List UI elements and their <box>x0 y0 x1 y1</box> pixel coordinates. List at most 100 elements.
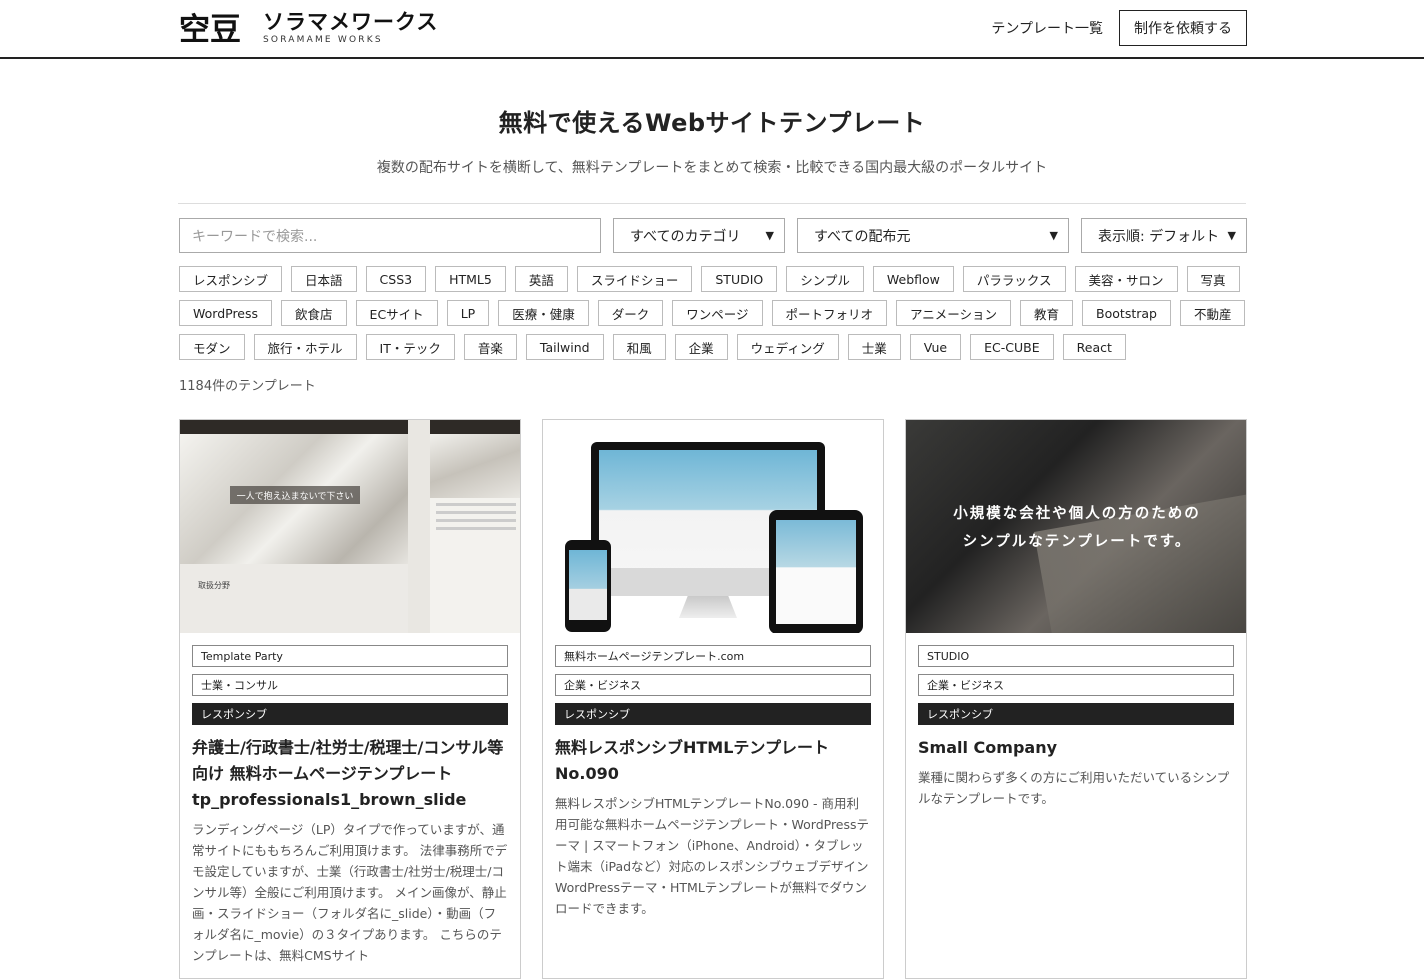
template-thumbnail[interactable]: 一人で抱え込まないで下さい 取扱分野 <box>180 420 520 633</box>
card-description: 無料レスポンシブHTMLテンプレートNo.090 - 商用利用可能な無料ホームペ… <box>555 796 870 916</box>
tag-chip[interactable]: 企業 <box>674 334 728 360</box>
tag-chip[interactable]: CSS3 <box>365 266 427 292</box>
source-select-value: すべての配布元 <box>814 228 911 245</box>
tag-chip[interactable]: ウェディング <box>736 334 839 360</box>
category-badge[interactable]: 企業・ビジネス <box>555 674 871 696</box>
category-badge[interactable]: 士業・コンサル <box>192 674 508 696</box>
tag-chip[interactable]: Vue <box>909 334 962 360</box>
template-thumbnail[interactable]: 小規模な会社や個人の方のための シンプルなテンプレートです。 <box>906 420 1246 633</box>
thumbnail-caption: 一人で抱え込まないで下さい <box>230 486 360 504</box>
tag-list: レスポンシブ 日本語 CSS3 HTML5 英語 スライドショー STUDIO シンプル Web… <box>179 266 1249 360</box>
card-description: ランディングページ（LP）タイプで作っていますが、通常サイトにももちろんご利用頂… <box>192 822 508 963</box>
template-list-link[interactable]: テンプレート一覧 <box>991 18 1103 38</box>
tag-chip[interactable]: WordPress <box>179 300 273 326</box>
tag-chip[interactable]: ECサイト <box>355 300 438 326</box>
thumbnail-text-line <box>436 503 516 506</box>
monitor-stand <box>679 596 737 618</box>
tag-chip[interactable]: 日本語 <box>291 266 357 292</box>
template-card[interactable]: 一人で抱え込まないで下さい 取扱分野 Template Party 士業・コンサ… <box>179 419 521 979</box>
card-title[interactable]: Small Company <box>918 735 1234 761</box>
logo-mark-text: 空豆 <box>179 12 241 46</box>
phone-screen <box>569 550 607 620</box>
search-input[interactable]: キーワードで検索... <box>179 218 601 253</box>
card-description: 業種に関わらず多くの方にご利用いただいているシンプルなテンプレートです。 <box>918 770 1230 806</box>
tag-chip[interactable]: 不動産 <box>1179 300 1246 326</box>
tag-chip[interactable]: ポートフォリオ <box>771 300 888 326</box>
request-production-button[interactable]: 制作を依頼する <box>1119 10 1247 46</box>
card-title[interactable]: 弁護士/行政書士/社労士/税理士/コンサル等向け 無料ホームページテンプレート … <box>192 735 508 813</box>
tag-chip[interactable]: EC-CUBE <box>970 334 1054 360</box>
tag-chip[interactable]: HTML5 <box>435 266 506 292</box>
tag-chip[interactable]: 教育 <box>1020 300 1074 326</box>
thumbnail-headline: 小規模な会社や個人の方のための シンプルなテンプレートです。 <box>906 500 1246 556</box>
tag-chip[interactable]: 美容・サロン <box>1074 266 1178 292</box>
tag-chip[interactable]: モダン <box>179 334 245 360</box>
template-card[interactable]: 小規模な会社や個人の方のための シンプルなテンプレートです。 STUDIO 企業… <box>905 419 1247 979</box>
tag-chip[interactable]: Bootstrap <box>1082 300 1171 326</box>
thumbnail-mobile-view <box>430 420 520 633</box>
thumbnail-headline-line: シンプルなテンプレートです。 <box>962 534 1192 550</box>
tag-chip[interactable]: LP <box>446 300 490 326</box>
tag-chip[interactable]: レスポンシブ <box>179 266 283 292</box>
filter-bar: キーワードで検索... すべてのカテゴリ ▼ すべての配布元 ▼ 表示順: デフ… <box>179 218 1247 253</box>
source-badge[interactable]: Template Party <box>192 645 508 667</box>
logo-mark: 空豆 <box>179 10 249 46</box>
divider <box>178 203 1246 204</box>
template-grid: 一人で抱え込まないで下さい 取扱分野 Template Party 士業・コンサ… <box>179 419 1247 979</box>
source-select[interactable]: すべての配布元 ▼ <box>797 218 1069 253</box>
tag-chip[interactable]: 音楽 <box>463 334 517 360</box>
thumbnail-desktop-view: 一人で抱え込まないで下さい 取扱分野 <box>180 420 408 633</box>
tag-chip[interactable]: STUDIO <box>701 266 778 292</box>
tag-chip[interactable]: 士業 <box>847 334 901 360</box>
phone-mockup <box>565 540 611 632</box>
tag-chip[interactable]: 医療・健康 <box>498 300 589 326</box>
sort-select[interactable]: 表示順: デフォルト ▼ <box>1081 218 1247 253</box>
tag-chip[interactable]: 和風 <box>612 334 666 360</box>
chevron-down-icon: ▼ <box>1227 229 1236 242</box>
sort-select-value: 表示順: デフォルト <box>1098 228 1220 245</box>
tag-chip[interactable]: パララックス <box>962 266 1066 292</box>
feature-badge[interactable]: レスポンシブ <box>555 703 871 725</box>
chevron-down-icon: ▼ <box>765 229 774 242</box>
site-logo[interactable]: 空豆 ソラマメワークス SORAMAME WORKS <box>179 10 438 46</box>
template-card[interactable]: 無料ホームページテンプレート.com 企業・ビジネス レスポンシブ 無料レスポン… <box>542 419 884 979</box>
tag-chip[interactable]: IT・テック <box>365 334 455 360</box>
logo-name-jp: ソラマメワークス <box>263 10 439 34</box>
thumbnail-text-line <box>436 519 516 522</box>
tag-chip[interactable]: 英語 <box>514 266 568 292</box>
tag-chip[interactable]: Tailwind <box>525 334 604 360</box>
tag-chip[interactable]: シンプル <box>786 266 864 292</box>
category-select-value: すべてのカテゴリ <box>630 228 741 245</box>
tag-chip[interactable]: アニメーション <box>896 300 1012 326</box>
tag-chip[interactable]: スライドショー <box>576 266 693 292</box>
thumbnail-navbar <box>180 420 408 434</box>
tag-chip[interactable]: React <box>1062 334 1126 360</box>
tablet-screen <box>776 520 856 624</box>
tag-chip[interactable]: 写真 <box>1186 266 1240 292</box>
tag-chip[interactable]: ダーク <box>597 300 664 326</box>
feature-badge[interactable]: レスポンシブ <box>192 703 508 725</box>
site-header: 空豆 ソラマメワークス SORAMAME WORKS テンプレート一覧 制作を依… <box>0 0 1424 59</box>
card-title[interactable]: 無料レスポンシブHTMLテンプレート No.090 <box>555 735 871 787</box>
logo-name-en: SORAMAME WORKS <box>263 35 383 45</box>
category-badge[interactable]: 企業・ビジネス <box>918 674 1234 696</box>
thumbnail-mobile-navbar <box>430 420 520 434</box>
thumbnail-headline-line: 小規模な会社や個人の方のための <box>953 506 1201 522</box>
feature-badge[interactable]: レスポンシブ <box>918 703 1234 725</box>
page-subtitle: 複数の配布サイトを横断して、無料テンプレートをまとめて検索・比較できる国内最大級… <box>376 160 1048 176</box>
hero-section: 無料で使えるWebサイトテンプレート 複数の配布サイトを横断して、無料テンプレー… <box>0 59 1424 204</box>
thumbnail-text-line <box>436 527 516 530</box>
tag-chip[interactable]: 旅行・ホテル <box>253 334 357 360</box>
tag-chip[interactable]: Webflow <box>872 266 954 292</box>
tag-chip[interactable]: 飲食店 <box>281 300 347 326</box>
page-title: 無料で使えるWebサイトテンプレート <box>498 109 926 137</box>
chevron-down-icon: ▼ <box>1049 229 1058 242</box>
category-select[interactable]: すべてのカテゴリ ▼ <box>613 218 785 253</box>
template-thumbnail[interactable] <box>543 420 883 633</box>
source-badge[interactable]: STUDIO <box>918 645 1234 667</box>
header-nav: テンプレート一覧 制作を依頼する <box>991 10 1247 46</box>
result-count: 1184件のテンプレート <box>179 379 316 394</box>
tablet-mockup <box>769 510 863 633</box>
source-badge[interactable]: 無料ホームページテンプレート.com <box>555 645 871 667</box>
tag-chip[interactable]: ワンページ <box>672 300 763 326</box>
